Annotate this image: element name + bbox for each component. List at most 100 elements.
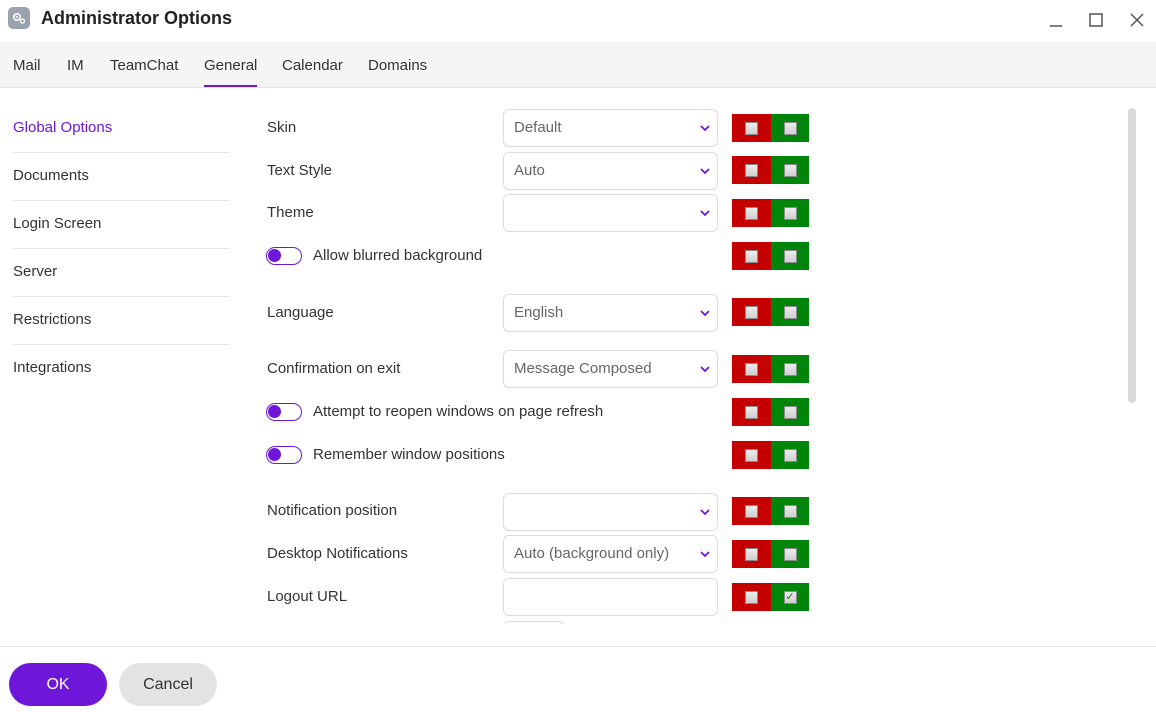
tab-im[interactable]: IM xyxy=(67,57,84,87)
logout-url-input[interactable] xyxy=(503,578,718,616)
remember-positions-deny-toggle[interactable] xyxy=(732,441,771,469)
confirmation-on-exit-allow-toggle[interactable] xyxy=(771,355,809,383)
chevron-down-icon xyxy=(700,125,710,132)
tab-general[interactable]: General xyxy=(204,57,258,87)
checkbox[interactable] xyxy=(783,249,797,263)
checkbox[interactable] xyxy=(783,362,797,376)
checkbox[interactable] xyxy=(783,163,797,177)
desktop-notifications-select[interactable]: Auto (background only) xyxy=(503,535,718,573)
tab-teamchat[interactable]: TeamChat xyxy=(110,57,178,87)
notification-position-allow-toggle[interactable] xyxy=(771,497,809,525)
toggle-knob xyxy=(268,405,281,418)
notification-position-deny-toggle[interactable] xyxy=(732,497,771,525)
skin-label: Skin xyxy=(267,119,297,136)
logout-url-label: Logout URL xyxy=(267,588,348,605)
skin-allow-toggle[interactable] xyxy=(771,114,809,142)
remember-positions-toggle[interactable] xyxy=(266,446,302,464)
theme-deny-toggle[interactable] xyxy=(732,199,771,227)
confirmation-on-exit-value: Message Composed xyxy=(514,360,652,377)
skin-deny-toggle[interactable] xyxy=(732,114,771,142)
notification-position-label: Notification position xyxy=(267,502,398,519)
desktop-notifications-label: Desktop Notifications xyxy=(267,545,408,562)
notification-position-select[interactable] xyxy=(503,493,718,531)
checkbox[interactable] xyxy=(745,504,758,518)
checkbox[interactable] xyxy=(783,405,797,419)
sidebar-item-global-options[interactable]: Global Options xyxy=(13,105,230,153)
desktop-notifications-deny-toggle[interactable] xyxy=(732,540,771,568)
maximize-icon xyxy=(1089,13,1103,27)
close-button[interactable] xyxy=(1125,8,1149,32)
maximize-button[interactable] xyxy=(1084,8,1108,32)
language-deny-toggle[interactable] xyxy=(732,298,771,326)
checkbox[interactable] xyxy=(783,121,797,135)
confirmation-on-exit-select[interactable]: Message Composed xyxy=(503,350,718,388)
sidebar-item-integrations[interactable]: Integrations xyxy=(13,345,230,393)
desktop-notifications-permission xyxy=(732,540,809,568)
ok-button[interactable]: OK xyxy=(9,663,107,706)
checkbox[interactable] xyxy=(783,547,797,561)
theme-permission xyxy=(732,199,809,227)
sidebar-item-restrictions[interactable]: Restrictions xyxy=(13,297,230,345)
chevron-down-icon xyxy=(700,551,710,558)
tab-calendar[interactable]: Calendar xyxy=(282,57,343,87)
tab-mail[interactable]: Mail xyxy=(13,57,41,87)
skin-select[interactable]: Default xyxy=(503,109,718,147)
skin-value: Default xyxy=(514,119,562,136)
reopen-windows-deny-toggle[interactable] xyxy=(732,398,771,426)
checkbox[interactable] xyxy=(745,547,758,561)
checkbox[interactable] xyxy=(745,590,758,604)
text-style-allow-toggle[interactable] xyxy=(771,156,809,184)
text-style-select[interactable]: Auto xyxy=(503,152,718,190)
checkbox[interactable]: ✓ xyxy=(783,589,797,604)
blurred-background-allow-toggle[interactable] xyxy=(771,242,809,270)
theme-select[interactable] xyxy=(503,194,718,232)
logout-url-permission: ✓ xyxy=(732,583,809,611)
text-style-permission xyxy=(732,156,809,184)
tab-bar: Mail IM TeamChat General Calendar Domain… xyxy=(0,42,1156,88)
desktop-notifications-allow-toggle[interactable] xyxy=(771,540,809,568)
cancel-button[interactable]: Cancel xyxy=(119,663,217,706)
checkbox[interactable] xyxy=(745,206,758,220)
chevron-down-icon xyxy=(700,168,710,175)
check-icon: ✓ xyxy=(785,589,795,603)
skin-permission xyxy=(732,114,809,142)
tab-domains[interactable]: Domains xyxy=(368,57,427,87)
language-select[interactable]: English xyxy=(503,294,718,332)
sidebar-item-login-screen[interactable]: Login Screen xyxy=(13,201,230,249)
checkbox[interactable] xyxy=(745,163,758,177)
vertical-scrollbar[interactable] xyxy=(1128,108,1136,403)
remember-positions-allow-toggle[interactable] xyxy=(771,441,809,469)
toggle-knob xyxy=(268,448,281,461)
desktop-notifications-value: Auto (background only) xyxy=(514,545,670,562)
checkbox[interactable] xyxy=(745,362,758,376)
reopen-windows-permission xyxy=(732,398,809,426)
checkbox[interactable] xyxy=(783,206,797,220)
confirmation-on-exit-label: Confirmation on exit xyxy=(267,360,401,377)
reopen-windows-toggle[interactable] xyxy=(266,403,302,421)
checkbox[interactable] xyxy=(745,305,758,319)
checkbox[interactable] xyxy=(745,405,758,419)
settings-panel: Skin Default Text Style Auto Theme Allow… xyxy=(240,100,1130,624)
minimize-icon xyxy=(1050,25,1062,27)
checkbox[interactable] xyxy=(783,504,797,518)
minimize-button[interactable] xyxy=(1044,8,1068,32)
language-allow-toggle[interactable] xyxy=(771,298,809,326)
reopen-windows-allow-toggle[interactable] xyxy=(771,398,809,426)
logout-url-allow-toggle[interactable]: ✓ xyxy=(771,583,809,611)
logout-url-deny-toggle[interactable] xyxy=(732,583,771,611)
checkbox[interactable] xyxy=(783,305,797,319)
theme-allow-toggle[interactable] xyxy=(771,199,809,227)
next-field-input[interactable] xyxy=(503,621,565,624)
close-icon xyxy=(1130,13,1144,27)
remember-positions-permission xyxy=(732,441,809,469)
sidebar-item-server[interactable]: Server xyxy=(13,249,230,297)
checkbox[interactable] xyxy=(783,448,797,462)
confirmation-on-exit-deny-toggle[interactable] xyxy=(732,355,771,383)
blurred-background-toggle[interactable] xyxy=(266,247,302,265)
checkbox[interactable] xyxy=(745,121,758,135)
checkbox[interactable] xyxy=(745,448,758,462)
blurred-background-deny-toggle[interactable] xyxy=(732,242,771,270)
sidebar-item-documents[interactable]: Documents xyxy=(13,153,230,201)
checkbox[interactable] xyxy=(745,249,758,263)
text-style-deny-toggle[interactable] xyxy=(732,156,771,184)
